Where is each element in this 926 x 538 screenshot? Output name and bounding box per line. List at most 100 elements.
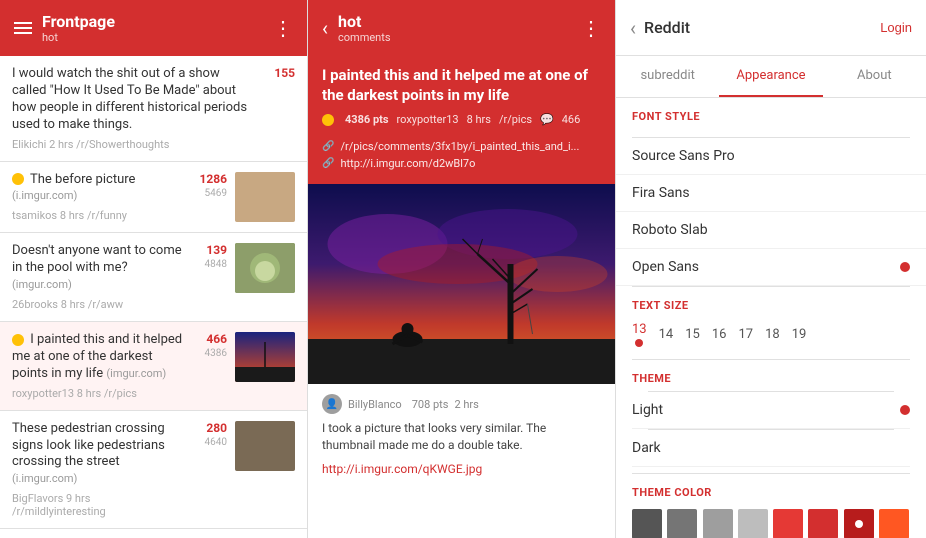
feed-item-content: The before picture (i.imgur.com) tsamiko…: [12, 172, 184, 223]
text-size-section: TEXT SIZE 13 14 15 16 17: [616, 287, 926, 359]
detail-post-header: I painted this and it helped me at one o…: [308, 56, 615, 140]
list-item[interactable]: These pedestrian crossing signs look lik…: [0, 411, 307, 530]
post-pts: 4386 pts: [345, 113, 389, 126]
feed-item-score: 155: [260, 66, 295, 80]
detail-more-icon[interactable]: ⋮: [581, 16, 601, 40]
detail-link-1[interactable]: 🔗 /r/pics/comments/3fx1by/i_painted_this…: [322, 140, 601, 153]
theme-section: THEME Light Dark: [616, 360, 926, 473]
text-size-19[interactable]: 19: [792, 327, 807, 342]
color-swatch[interactable]: [773, 509, 803, 538]
feed-item-meta: 26brooks 8 hrs /r/aww: [12, 298, 184, 311]
detail-header-left: ‹ hot comments: [322, 12, 391, 44]
feed-item-meta: BigFlavors 9 hrs /r/mildlyinteresting: [12, 492, 184, 518]
comment-bubble-icon: 💬: [540, 113, 554, 126]
feed-item-right: 139 4848: [192, 243, 227, 270]
feed-item-title: I would watch the shit out of a show cal…: [12, 66, 252, 134]
login-button[interactable]: Login: [880, 20, 912, 35]
feed-header-left: Frontpage hot: [14, 12, 115, 44]
feed-item-meta: Elikichi 2 hrs /r/Showerthoughts: [12, 138, 252, 151]
feed-item-thumbnail: [235, 421, 295, 471]
font-option-source-sans[interactable]: Source Sans Pro: [616, 138, 926, 175]
theme-name: Dark: [632, 440, 661, 456]
hamburger-icon[interactable]: [14, 22, 32, 34]
selected-indicator: [900, 262, 910, 272]
tab-subreddit[interactable]: subreddit: [616, 56, 719, 97]
gold-icon: [322, 114, 334, 126]
font-option-fira-sans[interactable]: Fira Sans: [616, 175, 926, 212]
feed-list: I would watch the shit out of a show cal…: [0, 56, 307, 538]
settings-header-left: ‹ Reddit: [630, 16, 690, 40]
text-size-15[interactable]: 15: [685, 327, 700, 342]
post-time: 8 hrs: [467, 113, 491, 126]
feed-item-thumbnail: [235, 243, 295, 293]
detail-post-links: 🔗 /r/pics/comments/3fx1by/i_painted_this…: [308, 140, 615, 184]
theme-label: THEME: [632, 372, 910, 385]
theme-color-section: THEME COLOR: [616, 474, 926, 538]
comment-link[interactable]: http://i.imgur.com/qKWGE.jpg: [322, 462, 601, 476]
comment-time: 2 hrs: [454, 398, 478, 411]
text-size-13[interactable]: 13: [632, 322, 647, 347]
font-name: Source Sans Pro: [632, 148, 735, 164]
feed-item-subscore: 4640: [205, 437, 227, 448]
comment-pts: 708 pts: [412, 398, 449, 411]
size-indicator: [635, 339, 643, 347]
link-2-text: http://i.imgur.com/d2wBl7o: [340, 157, 475, 170]
back-icon[interactable]: ‹: [322, 16, 328, 40]
font-option-roboto-slab[interactable]: Roboto Slab: [616, 212, 926, 249]
settings-back-icon[interactable]: ‹: [630, 16, 636, 40]
link-1-text: /r/pics/comments/3fx1by/i_painted_this_a…: [340, 140, 579, 153]
feed-more-icon[interactable]: ⋮: [273, 16, 293, 40]
feed-panel: Frontpage hot ⋮ I would watch the shit o…: [0, 0, 308, 538]
comment-text: I took a picture that looks very similar…: [322, 420, 601, 454]
color-swatch[interactable]: [879, 509, 909, 538]
list-item[interactable]: The before picture (i.imgur.com) tsamiko…: [0, 162, 307, 234]
text-size-label: TEXT SIZE: [632, 299, 910, 312]
font-option-open-sans[interactable]: Open Sans: [616, 249, 926, 286]
feed-item-meta: tsamikos 8 hrs /r/funny: [12, 209, 184, 222]
list-item[interactable]: I would watch the shit out of a show cal…: [0, 56, 307, 162]
feed-header: Frontpage hot ⋮: [0, 0, 307, 56]
tab-about[interactable]: About: [823, 56, 926, 97]
feed-item-content: These pedestrian crossing signs look lik…: [12, 421, 184, 519]
text-size-18[interactable]: 18: [765, 327, 780, 342]
theme-dark[interactable]: Dark: [632, 430, 910, 467]
gold-icon: [12, 334, 24, 346]
list-item[interactable]: I painted this and it helped me at one o…: [0, 322, 307, 411]
detail-title-group: hot comments: [338, 12, 391, 44]
feed-title: Frontpage: [42, 12, 115, 31]
color-swatch[interactable]: [632, 509, 662, 538]
text-size-14[interactable]: 14: [659, 327, 674, 342]
feed-item-thumbnail: [235, 332, 295, 382]
color-swatch[interactable]: [738, 509, 768, 538]
theme-light[interactable]: Light: [632, 392, 910, 429]
feed-item-thumbnail: [235, 172, 295, 222]
feed-item-score: 466: [192, 332, 227, 346]
feed-item-right: 155: [260, 66, 295, 80]
detail-post-meta: 4386 pts roxypotter13 8 hrs /r/pics 💬 46…: [322, 113, 601, 126]
feed-item-title: The before picture (i.imgur.com): [12, 172, 184, 206]
text-size-16[interactable]: 16: [712, 327, 727, 342]
text-size-17[interactable]: 17: [739, 327, 754, 342]
color-swatch[interactable]: [844, 509, 874, 538]
font-name: Roboto Slab: [632, 222, 708, 238]
link-icon: 🔗: [322, 141, 334, 152]
comment-user: 👤 BillyBlanco 708 pts 2 hrs: [322, 394, 601, 414]
font-style-label: FONT STYLE: [632, 110, 910, 123]
detail-comments-area: 👤 BillyBlanco 708 pts 2 hrs I took a pic…: [308, 384, 615, 538]
settings-content: FONT STYLE Source Sans Pro Fira Sans Rob…: [616, 98, 926, 538]
tab-appearance[interactable]: Appearance: [719, 56, 822, 97]
feed-item-subscore: 4386: [205, 348, 227, 359]
list-item[interactable]: [NSFW] The Witcher 3 Boob Physics (gfyca…: [0, 529, 307, 538]
gold-icon: [12, 173, 24, 185]
list-item[interactable]: Doesn't anyone want to come in the pool …: [0, 233, 307, 322]
feed-subtitle: hot: [42, 31, 115, 44]
color-swatch[interactable]: [808, 509, 838, 538]
font-style-section: FONT STYLE: [616, 98, 926, 137]
comment-username: BillyBlanco: [348, 398, 402, 411]
detail-link-2[interactable]: 🔗 http://i.imgur.com/d2wBl7o: [322, 157, 601, 170]
feed-item-score: 1286: [192, 172, 227, 186]
color-swatch[interactable]: [703, 509, 733, 538]
color-swatch[interactable]: [667, 509, 697, 538]
color-grid: [632, 509, 910, 538]
selected-indicator: [900, 405, 910, 415]
